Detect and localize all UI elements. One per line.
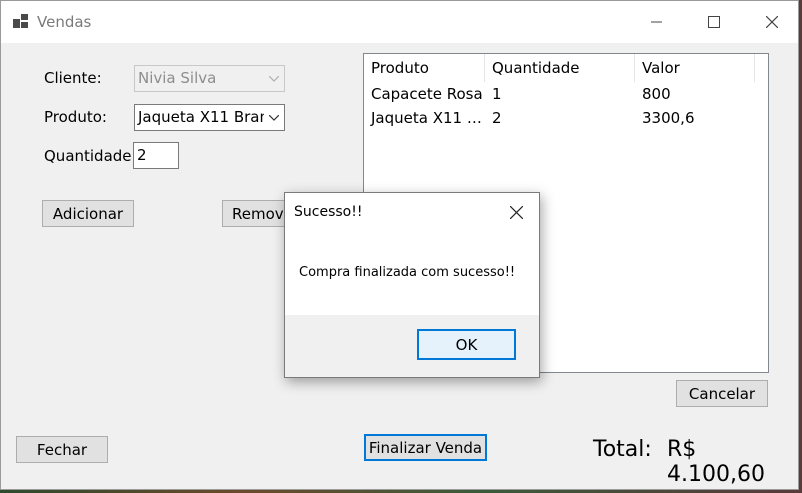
cliente-label: Cliente: bbox=[44, 69, 102, 87]
close-icon bbox=[509, 205, 523, 219]
total-label: Total: bbox=[593, 437, 652, 462]
listview-header: Produto Quantidade Valor bbox=[364, 54, 768, 82]
total-value: R$ 4.100,60 bbox=[667, 437, 765, 487]
cell-quantidade: 1 bbox=[492, 85, 502, 103]
cell-produto: Capacete Rosa bbox=[371, 85, 483, 103]
column-header-produto[interactable]: Produto bbox=[364, 54, 485, 82]
dialog-close-button[interactable] bbox=[503, 199, 529, 225]
minimize-button[interactable] bbox=[634, 1, 680, 43]
cell-valor: 800 bbox=[642, 85, 671, 103]
window-title: Vendas bbox=[37, 13, 92, 31]
maximize-button[interactable] bbox=[691, 1, 737, 43]
column-header-quantidade[interactable]: Quantidade bbox=[485, 54, 635, 82]
produto-label: Produto: bbox=[44, 108, 107, 126]
ok-button[interactable]: OK bbox=[417, 329, 516, 360]
cell-quantidade: 2 bbox=[492, 109, 502, 127]
dialog-title: Sucesso!! bbox=[294, 204, 363, 220]
success-dialog: Sucesso!! Compra finalizada com sucesso!… bbox=[284, 192, 540, 378]
dialog-footer: OK bbox=[285, 315, 539, 377]
chevron-down-icon bbox=[264, 105, 284, 130]
adicionar-button[interactable]: Adicionar bbox=[42, 200, 134, 227]
quantidade-input[interactable]: 2 bbox=[133, 142, 179, 169]
column-header-valor[interactable]: Valor bbox=[635, 54, 755, 82]
close-button[interactable] bbox=[749, 1, 795, 43]
finalizar-venda-button[interactable]: Finalizar Venda bbox=[364, 434, 487, 461]
app-icon bbox=[13, 14, 29, 28]
fechar-button[interactable]: Fechar bbox=[16, 436, 108, 463]
title-bar[interactable]: Vendas bbox=[1, 1, 798, 43]
produto-value: Jaqueta X11 Branca bbox=[138, 108, 285, 126]
cell-valor: 3300,6 bbox=[642, 109, 695, 127]
produto-combobox[interactable]: Jaqueta X11 Branca bbox=[134, 104, 285, 131]
cell-produto: Jaqueta X11 Branca bbox=[371, 109, 485, 127]
cliente-combobox[interactable]: Nivia Silva bbox=[134, 65, 285, 92]
cliente-value: Nivia Silva bbox=[138, 69, 217, 87]
quantidade-label: Quantidade bbox=[44, 147, 132, 165]
dialog-message: Compra finalizada com sucesso!! bbox=[299, 265, 516, 280]
chevron-down-icon bbox=[264, 66, 284, 91]
cancelar-button[interactable]: Cancelar bbox=[676, 380, 768, 407]
